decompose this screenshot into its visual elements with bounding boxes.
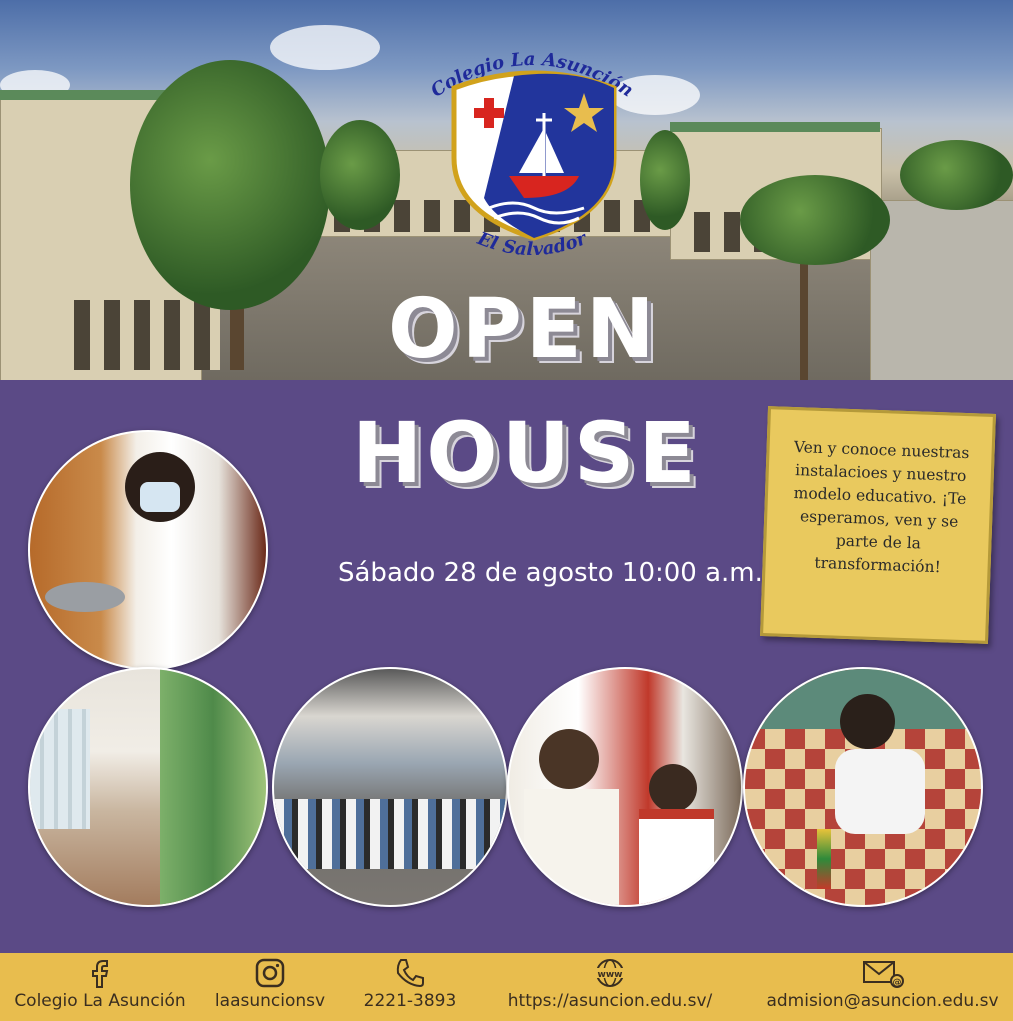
photo-cooking-class [28, 430, 268, 670]
svg-text:www: www [598, 970, 623, 980]
face-mask [140, 482, 180, 512]
priest-robe [524, 789, 619, 905]
student-robe [639, 809, 714, 905]
school-crest: Colegio La Asunción El Salvador [422, 40, 642, 270]
footer-facebook[interactable]: Colegio La Asunción [10, 953, 190, 1021]
photo-priest-student [507, 667, 743, 907]
invitation-note: Ven y conoce nuestras instalacioes y nue… [760, 406, 996, 644]
instagram-icon [255, 958, 285, 988]
footer-phone-label: 2221-3893 [363, 991, 457, 1011]
footer-website-label: https://asuncion.edu.sv/ [507, 991, 713, 1011]
footer-email[interactable]: @ admision@asuncion.edu.sv [760, 953, 1005, 1021]
contact-footer: Colegio La Asunción laasuncionsv 2221-38… [0, 953, 1013, 1021]
event-date: Sábado 28 de agosto 10:00 a.m. [338, 558, 763, 588]
right-wall [870, 200, 1013, 380]
tree [130, 60, 330, 310]
photo-hallway [28, 667, 268, 907]
tree [740, 175, 890, 265]
photo-child-playing [743, 667, 983, 907]
cloud [270, 25, 380, 70]
priest-head [539, 729, 599, 789]
footer-instagram[interactable]: laasuncionsv [200, 953, 340, 1021]
footer-facebook-label: Colegio La Asunción [14, 991, 186, 1011]
footer-email-label: admision@asuncion.edu.sv [766, 991, 999, 1011]
mail-icon: @ [862, 961, 904, 988]
photo-assembly [272, 667, 508, 907]
mural-wall [160, 669, 266, 905]
student-head [649, 764, 697, 812]
tree [640, 130, 690, 230]
shield-icon [451, 70, 617, 241]
arches [60, 300, 220, 370]
headline-house: HOUSE [352, 404, 700, 502]
footer-website[interactable]: www https://asuncion.edu.sv/ [490, 953, 730, 1021]
toy-blocks [817, 829, 831, 889]
roof [670, 122, 880, 132]
child-head [840, 694, 895, 749]
seated-crowd [274, 799, 506, 869]
footer-instagram-label: laasuncionsv [214, 991, 326, 1011]
windows [30, 709, 90, 829]
footer-phone[interactable]: 2221-3893 [350, 953, 470, 1021]
invitation-note-text: Ven y conoce nuestras instalacioes y nue… [793, 438, 970, 577]
headline-open: OPEN [388, 282, 659, 377]
child-shirt [835, 749, 925, 834]
facebook-icon [92, 960, 109, 988]
phone-icon [396, 959, 424, 988]
cooking-pot [45, 582, 125, 612]
www-icon: www [595, 959, 625, 987]
svg-text:@: @ [892, 978, 901, 988]
tree [900, 140, 1013, 210]
tree [320, 120, 400, 230]
